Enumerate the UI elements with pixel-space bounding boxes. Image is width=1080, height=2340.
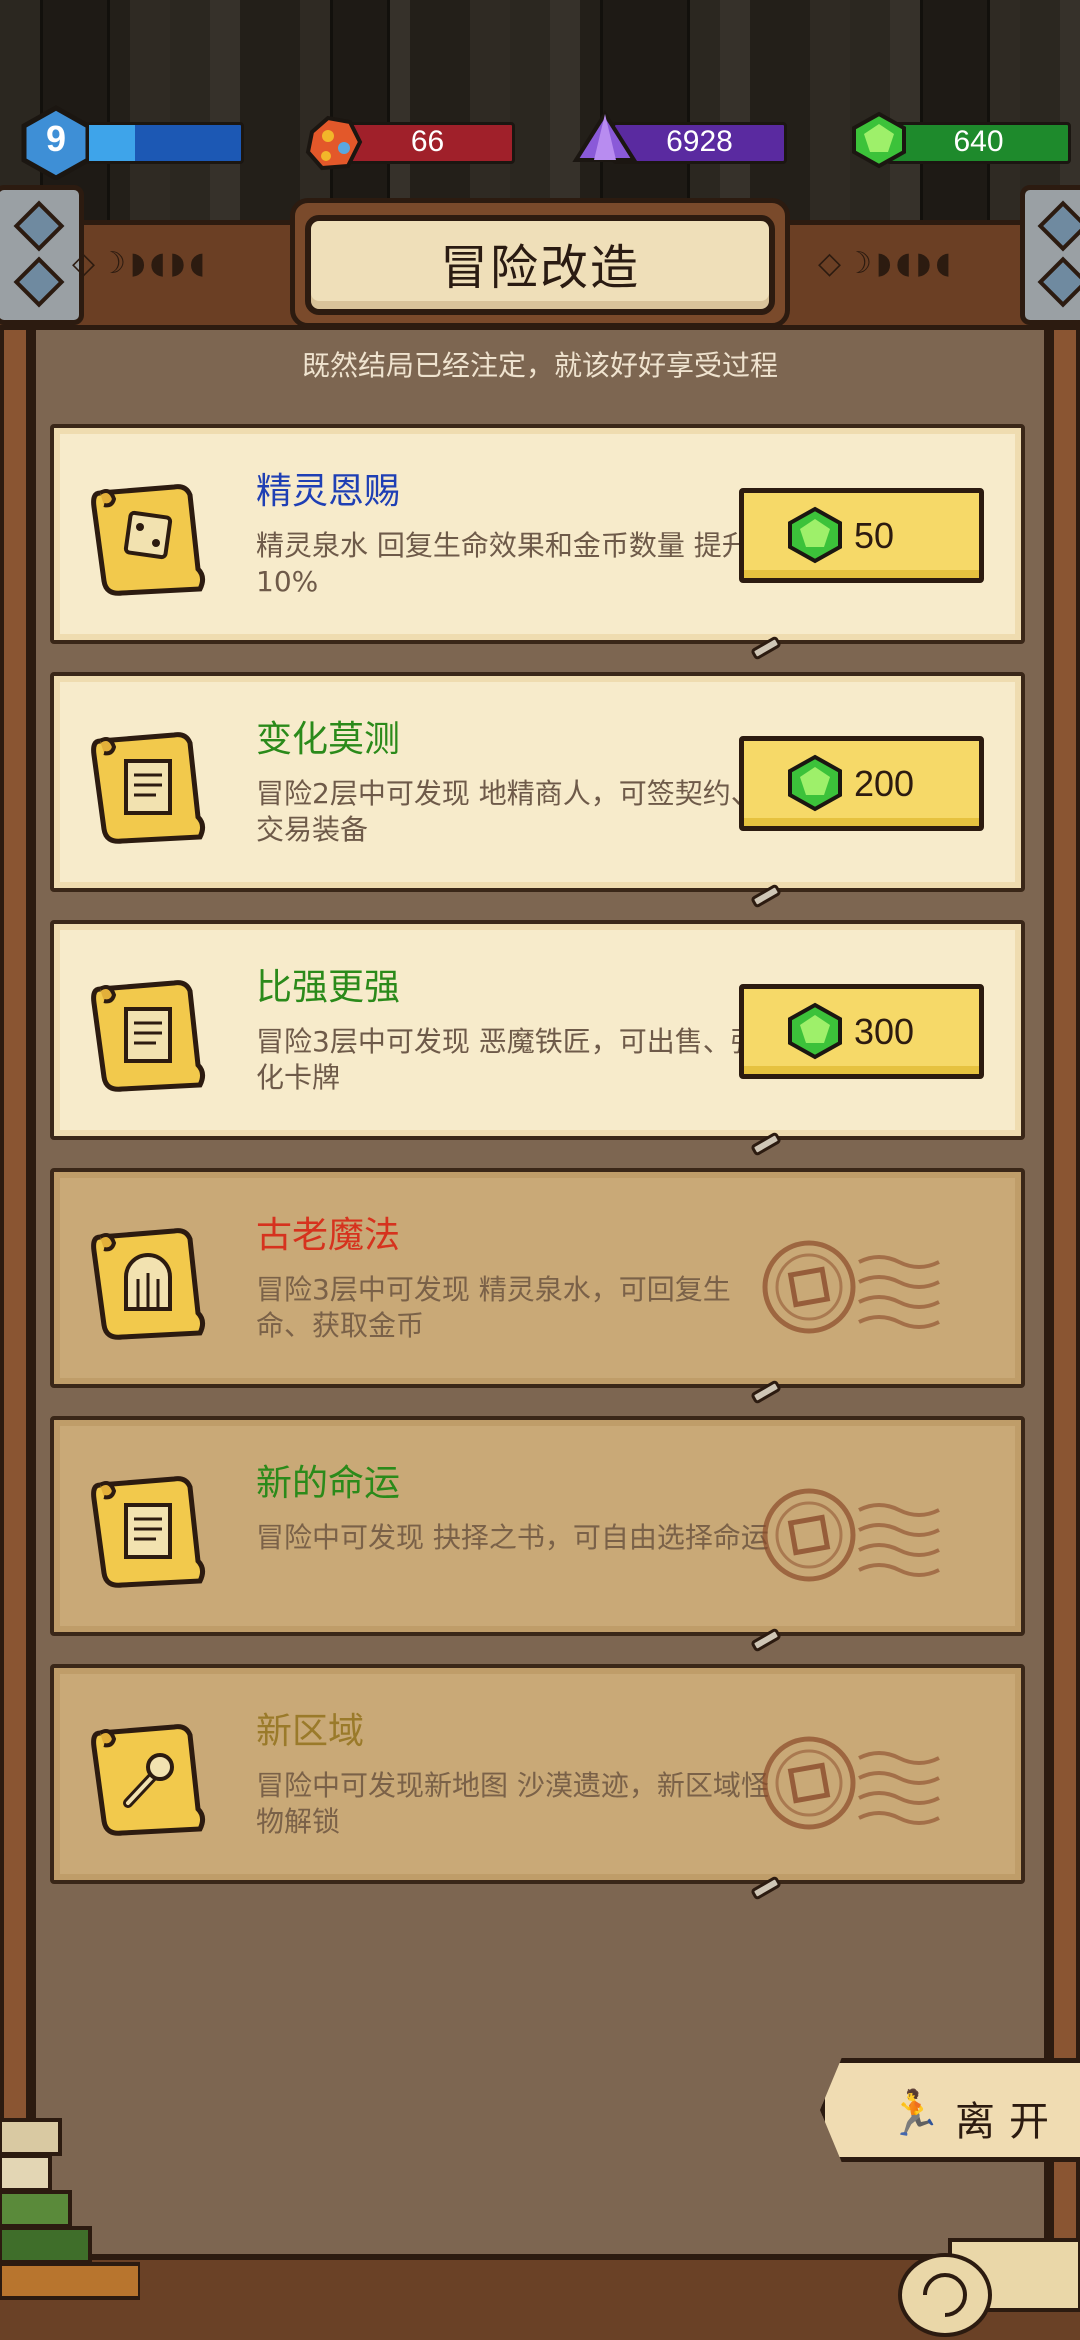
- buy-button[interactable]: 200: [739, 736, 984, 831]
- upgrade-name: 比强更强: [256, 967, 401, 1008]
- ornament-row-left: ◇☽◗◖◗◖: [72, 246, 210, 281]
- wrench-icon: [82, 1713, 212, 1843]
- leave-button[interactable]: 🏃 离开: [820, 2058, 1080, 2162]
- upgrade-card[interactable]: 精灵恩赐精灵泉水 回复生命效果和金币数量 提升 10% 50: [50, 424, 1025, 661]
- document-icon: [82, 721, 212, 851]
- upgrade-description: 冒险3层中可发现 精灵泉水，可回复生命、获取金币: [256, 1273, 731, 1342]
- upgrade-name: 新区域: [256, 1711, 365, 1752]
- upgrade-card[interactable]: 变化莫测冒险2层中可发现 地精商人，可签契约、交易装备 200: [50, 672, 1025, 909]
- ornament-row-right: ◇☽◗◖◗◖: [818, 246, 956, 281]
- subtitle: 既然结局已经注定，就该好好享受过程: [301, 349, 778, 382]
- buy-button[interactable]: 300: [739, 984, 984, 1079]
- gem-icon: [788, 754, 842, 812]
- upgrade-name: 古老魔法: [256, 1215, 401, 1256]
- crystal-counter[interactable]: 6928: [572, 110, 792, 166]
- rolled-scroll-icon: [898, 2238, 1080, 2337]
- upgrade-description: 冒险2层中可发现 地精商人，可签契约、交易装备: [256, 777, 759, 846]
- gem-icon: [788, 1002, 842, 1060]
- price-value: 200: [854, 763, 915, 804]
- stone-ornament-right: [1020, 185, 1080, 325]
- locked-stamp: [759, 1480, 959, 1590]
- level-badge: 9: [20, 104, 92, 180]
- ore-value: 66: [410, 125, 445, 158]
- book-stack-icon: [0, 2118, 140, 2300]
- locked-stamp: [759, 1232, 959, 1342]
- document-icon: [82, 969, 212, 1099]
- buy-button[interactable]: 50: [739, 488, 984, 583]
- crystal-value: 6928: [666, 125, 733, 158]
- upgrade-name: 精灵恩赐: [256, 471, 401, 512]
- upgrade-description: 冒险3层中可发现 恶魔铁匠，可出售、强化卡牌: [256, 1025, 759, 1094]
- document-icon: [82, 1465, 212, 1595]
- locked-stamp-icon: [762, 1736, 940, 1830]
- gem-icon: [788, 506, 842, 564]
- upgrade-description: 冒险中可发现 抉择之书，可自由选择命运: [256, 1521, 769, 1554]
- running-man-icon: 🏃: [887, 2088, 942, 2139]
- upgrade-card[interactable]: 古老魔法冒险3层中可发现 精灵泉水，可回复生命、获取金币: [50, 1168, 1025, 1405]
- upgrade-card[interactable]: 比强更强冒险3层中可发现 恶魔铁匠，可出售、强化卡牌 300: [50, 920, 1025, 1157]
- level-number: 9: [45, 118, 67, 159]
- xp-bar-fill: [89, 125, 135, 161]
- upgrade-name: 变化莫测: [256, 719, 401, 760]
- locked-stamp-icon: [762, 1488, 940, 1582]
- xp-bar: [86, 116, 246, 166]
- upgrade-card[interactable]: 新的命运冒险中可发现 抉择之书，可自由选择命运: [50, 1416, 1025, 1653]
- locked-stamp: [759, 1728, 959, 1838]
- gem-counter[interactable]: 640: [850, 111, 1071, 169]
- gem-value: 640: [953, 125, 1004, 158]
- upgrade-description: 精灵泉水 回复生命效果和金币数量 提升 10%: [256, 529, 750, 598]
- price-value: 300: [854, 1011, 915, 1052]
- upgrade-card[interactable]: 新区域冒险中可发现新地图 沙漠遗迹，新区域怪物解锁: [50, 1664, 1025, 1901]
- leave-label: 离开: [955, 2099, 1063, 2145]
- ore-counter[interactable]: 66: [300, 115, 520, 171]
- page-title: 冒险改造: [439, 240, 640, 296]
- locked-stamp-icon: [762, 1240, 940, 1334]
- arch-icon: [82, 1217, 212, 1347]
- price-value: 50: [854, 515, 895, 556]
- upgrade-name: 新的命运: [256, 1463, 401, 1504]
- upgrade-description: 冒险中可发现新地图 沙漠遗迹，新区域怪物解锁: [256, 1769, 769, 1838]
- dice-icon: [82, 473, 212, 603]
